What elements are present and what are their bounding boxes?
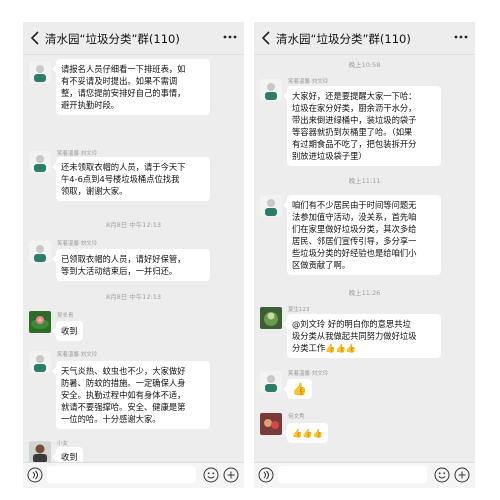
message-text-line: 收到 — [61, 326, 78, 336]
sender-name: 笑着溫馨·刘文玲 — [57, 151, 98, 157]
message-text-line: 有不妥请及时提出。如果不需调 — [61, 76, 178, 86]
message-input[interactable] — [47, 466, 196, 483]
chat-title: 清水园“垃圾分类”群(110) — [45, 32, 180, 46]
message-bubble[interactable]: 👍👍👍 — [283, 423, 328, 443]
avatar[interactable] — [260, 413, 282, 435]
message-text-line: 圾分类从我做起共同努力做好垃圾 — [292, 331, 417, 341]
avatar[interactable] — [29, 311, 51, 333]
chat-window-left: 清水园“垃圾分类”群(110) 请报名人员仔细看一下排班表，如 有不妥请及时提出… — [23, 22, 244, 488]
input-bar — [23, 462, 244, 488]
message-text-line: 安全。执勤过程中如有身体不适， — [61, 390, 186, 400]
emoji-icon[interactable] — [434, 467, 450, 483]
message-list[interactable]: 请报名人员仔细看一下排班表，如 有不妥请及时提出。如果不需调 整，请您提前安排好… — [23, 55, 244, 467]
sender-name: 吴长青 — [57, 313, 74, 319]
message-text-line: 大家好，还是要提醒大家一下哈： — [292, 91, 417, 101]
message-bubble[interactable]: 还未领取衣帽的人员，请于今天下 午4-6点到4号楼垃圾桶点位找我 领取，谢谢大家… — [52, 157, 210, 201]
voice-icon[interactable] — [258, 467, 274, 483]
message-bubble[interactable]: 已领取衣帽的人员，请好好保管， 等到大活动结束后，一并归还。 — [52, 249, 210, 281]
plus-icon[interactable] — [223, 467, 239, 483]
timestamp: 晚上10:58 — [348, 61, 381, 69]
avatar[interactable] — [29, 151, 51, 173]
message-text-line: 等容器就扔到灰桶里了哈。（如果 — [292, 127, 413, 137]
message-text-line: 有过期食品不吃了，把包装拆开分 — [292, 139, 417, 149]
avatar[interactable] — [260, 371, 282, 393]
message-text-line: 区做贡献了啊。 — [292, 260, 351, 270]
timestamp: 8月8日 中午12:13 — [105, 221, 162, 229]
message-text-line: 垃圾在家分好类，厨余沥干水分， — [292, 103, 417, 113]
avatar[interactable] — [260, 195, 282, 217]
sender-name: 笑着溫馨·刘文玲 — [288, 371, 329, 377]
chat-header: 清水园“垃圾分类”群(110) — [254, 22, 475, 55]
message-text-line: @刘文玲 好的明白你的意思共垃 — [292, 319, 411, 329]
message-text-line: 带出来倒进绿桶中，装垃圾的袋子 — [292, 115, 417, 125]
message-bubble[interactable]: 咱们有不少居民由于时间等问题无 法参加值守活动，没关系，首先咱 们在家里做好垃圾… — [283, 195, 441, 275]
message-text-line: 一位的哈。十分感谢大家。 — [61, 414, 161, 424]
sender-name: 笑着溫馨·刘文玲 — [57, 241, 98, 247]
chat-window-right: 清水园“垃圾分类”群(110) 晚上10:58 笑着溫馨·刘文玲 大家好，还是要… — [254, 22, 475, 488]
message-text-line: 天气炎热、蚊虫也不少，大家做好 — [61, 366, 186, 376]
more-icon[interactable] — [222, 31, 238, 43]
avatar[interactable] — [260, 307, 282, 329]
message-text-line: 们在家里做好垃圾分类，其次多给 — [292, 224, 417, 234]
message-bubble[interactable]: 天气炎热、蚊虫也不少，大家做好 防暑、防蚊的措施。一定确保人身 安全。执勤过程中… — [52, 361, 210, 429]
more-icon[interactable] — [453, 31, 469, 43]
message-text-line: 午4-6点到4号楼垃圾桶点位找我 — [61, 174, 180, 184]
chat-title: 清水园“垃圾分类”群(110) — [276, 32, 411, 46]
avatar[interactable] — [260, 79, 282, 101]
message-bubble[interactable]: 收到 — [52, 321, 83, 341]
message-text-line: 👍 — [292, 382, 307, 396]
avatar[interactable] — [29, 351, 51, 373]
input-bar — [254, 462, 475, 488]
message-text-line: 别放进垃圾袋子里） — [292, 151, 367, 161]
sender-name: 何文秀 — [288, 414, 305, 420]
timestamp: 晚上11:26 — [348, 289, 381, 297]
plus-icon[interactable] — [454, 467, 470, 483]
message-text-line: 整，请您提前安排好自己的事情， — [61, 88, 186, 98]
message-text-line: 等到大活动结束后，一并归还。 — [61, 266, 178, 276]
avatar[interactable] — [29, 61, 51, 83]
message-bubble[interactable]: 大家好，还是要提醒大家一下哈： 垃圾在家分好类，厨余沥干水分， 带出来倒进绿桶中… — [283, 86, 441, 166]
message-bubble[interactable]: @刘文玲 好的明白你的意思共垃 圾分类从我做起共同努力做好垃圾 分类工作👍👍👍 — [283, 314, 441, 358]
message-text-line: 还未领取衣帽的人员，请于今天下 — [61, 162, 186, 172]
sender-name: 夏生123 — [288, 307, 310, 313]
message-text-line: 防暑、防蚊的措施。一定确保人身 — [61, 378, 186, 388]
back-icon[interactable] — [29, 30, 43, 46]
message-text-line: 些垃圾分类的好经验也是给咱们小 — [292, 248, 417, 258]
message-text-line: 居民、邻居们宣传引导，多分享一 — [292, 236, 417, 246]
message-text-line: 已领取衣帽的人员，请好好保管， — [61, 254, 186, 264]
avatar[interactable] — [29, 241, 51, 263]
message-text-line: 请报名人员仔细看一下排班表，如 — [61, 64, 186, 74]
message-text-line: 避开执勤时段。 — [61, 100, 120, 110]
sender-name: 笑着溫馨·刘文玲 — [288, 79, 329, 85]
voice-icon[interactable] — [27, 467, 43, 483]
timestamp: 8月8日 中午12:13 — [105, 293, 162, 301]
back-icon[interactable] — [260, 30, 274, 46]
message-text-line: 领取，谢谢大家。 — [61, 186, 128, 196]
sender-name: 笑着溫馨·刘文玲 — [57, 352, 98, 358]
message-bubble[interactable]: 👍 — [283, 379, 312, 399]
message-input[interactable] — [278, 466, 427, 483]
timestamp: 晚上11:11 — [348, 177, 381, 185]
sender-name: 小女 — [57, 441, 69, 447]
message-list[interactable]: 晚上10:58 笑着溫馨·刘文玲 大家好，还是要提醒大家一下哈： 垃圾在家分好类… — [254, 55, 475, 463]
message-bubble[interactable]: 请报名人员仔细看一下排班表，如 有不妥请及时提出。如果不需调 整，请您提前安排好… — [52, 59, 210, 115]
emoji-icon[interactable] — [203, 467, 219, 483]
message-text-line: 就请不要强撑哈。安全、健康是第 — [61, 402, 186, 412]
message-text-line: 法参加值守活动，没关系，首先咱 — [292, 212, 417, 222]
message-text-line: 分类工作👍👍👍 — [292, 343, 357, 353]
avatar[interactable] — [29, 441, 51, 463]
chat-header: 清水园“垃圾分类”群(110) — [23, 22, 244, 55]
message-text-line: 咱们有不少居民由于时间等问题无 — [292, 200, 417, 210]
message-text-line: 👍👍👍 — [292, 428, 323, 438]
